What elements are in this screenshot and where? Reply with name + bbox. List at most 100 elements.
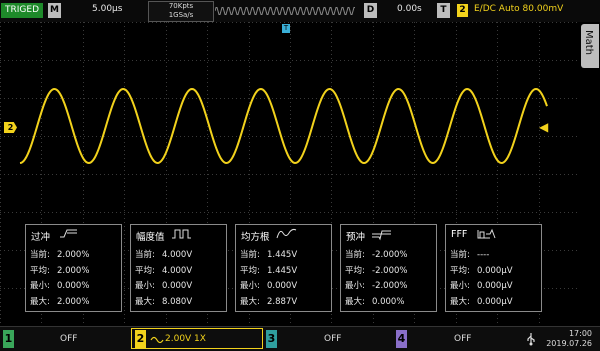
clock-time: 17:00 xyxy=(568,329,592,338)
trigger-menu-button[interactable]: T xyxy=(437,3,450,18)
measurement-row-value: -2.000% xyxy=(372,281,408,291)
measurement-row-label: 最小: xyxy=(240,281,260,291)
measurement-row-value: 0.000µV xyxy=(477,281,513,291)
measurement-row: 当前: 1.445V xyxy=(240,249,297,261)
measurement-box[interactable]: 幅度值 当前: 4.000V 平均: 4.000V 最小: 0.000V 最大: 8.0… xyxy=(130,224,227,312)
measurement-row: 平均: 4.000V xyxy=(135,265,192,277)
delay-menu-button[interactable]: D xyxy=(364,3,377,18)
measurement-row-value: 0.000µV xyxy=(477,296,513,307)
measurement-row-value: 2.000% xyxy=(57,296,90,307)
measurement-row: 最大: 8.080V xyxy=(135,296,192,308)
channel-2-button[interactable]: 2 xyxy=(135,330,146,348)
measurement-row: 最大: 2.000% xyxy=(30,296,89,308)
clock: 17:00 2019.07.26 xyxy=(546,329,592,349)
channel-1-button[interactable]: 1 xyxy=(3,330,14,348)
top-status-bar: TRIGED M 5.00µs 70Kpts 1GSa/s D 0.00s T … xyxy=(0,0,600,22)
measurement-row-value: 0.000% xyxy=(57,281,90,291)
preshoot-icon xyxy=(372,230,391,241)
measurement-row: 最大: 0.000µV xyxy=(450,296,513,308)
memory-depth: 70Kpts xyxy=(168,2,194,10)
measurement-row-label: 最大: xyxy=(240,296,260,307)
measurement-title: 均方根 xyxy=(241,232,270,243)
timebase-value[interactable]: 5.00µs xyxy=(92,4,122,14)
measurement-row-value: 4.000V xyxy=(162,265,193,276)
measurement-box[interactable]: 过冲 当前: 2.000% 平均: 2.000% 最小: 0.000% 最大: 2.00… xyxy=(25,224,122,312)
measurement-row: 当前: 4.000V xyxy=(135,249,192,261)
channel-1-status[interactable]: OFF xyxy=(60,334,77,344)
rms-icon xyxy=(276,228,297,239)
measurement-row: 平均: -2.000% xyxy=(345,265,407,277)
measurement-row-value: 2.887V xyxy=(267,296,298,307)
measurement-box[interactable]: 预冲 当前: -2.000% 平均: -2.000% 最小: -2.000% 最大: 0… xyxy=(340,224,437,312)
ac-coupling-icon xyxy=(150,336,164,344)
trigger-level-arrow-icon[interactable]: ◀ xyxy=(539,120,548,134)
measurement-row-value: 0.000V xyxy=(162,281,193,291)
math-tab[interactable]: Math xyxy=(581,24,599,68)
measurement-row: 平均: 1.445V xyxy=(240,265,297,277)
trigger-position-marker[interactable]: T xyxy=(282,24,290,33)
channel-2-trace xyxy=(19,87,548,165)
measurement-row-label: 最小: xyxy=(30,281,50,291)
measurement-row-label: 平均: xyxy=(30,265,50,276)
math-tab-label: Math xyxy=(583,30,594,56)
measurement-row-label: 当前: xyxy=(135,250,155,260)
channel-status-bar: 1 OFF 2 2.00V 1X 3 OFF 4 OFF 17:00 2019.… xyxy=(0,326,600,351)
measurement-row-label: 平均: xyxy=(450,265,470,276)
measurement-title: FFF xyxy=(451,229,468,240)
measurement-row-label: 平均: xyxy=(240,265,260,276)
horizontal-menu-button[interactable]: M xyxy=(48,3,61,18)
measurement-row-label: 当前: xyxy=(450,250,470,260)
measurement-row-label: 平均: xyxy=(345,265,365,276)
measurement-row-label: 最大: xyxy=(450,296,470,307)
clock-date: 2019.07.26 xyxy=(546,339,592,348)
measurement-row: 平均: 0.000µV xyxy=(450,265,513,277)
measurement-row-label: 最小: xyxy=(345,281,365,291)
measurement-row-value: 0.000µV xyxy=(477,265,513,276)
measurement-row: 平均: 2.000% xyxy=(30,265,89,277)
measurement-row-value: -2.000% xyxy=(372,250,408,260)
amplitude-icon xyxy=(172,229,191,239)
trigger-channel-badge: 2 xyxy=(457,4,468,17)
waveform-overview-icon xyxy=(215,7,355,15)
measurement-row: 最小: -2.000% xyxy=(345,280,407,292)
channel-3-button[interactable]: 3 xyxy=(266,330,277,348)
measurement-row-label: 最大: xyxy=(135,296,155,307)
measurement-row-value: ---- xyxy=(477,250,490,260)
measurement-row-value: 4.000V xyxy=(162,250,193,260)
measurement-row-label: 当前: xyxy=(240,250,260,260)
measurement-row: 最小: 0.000% xyxy=(30,280,89,292)
overshoot-icon xyxy=(60,229,77,238)
trigger-delay-value[interactable]: 0.00s xyxy=(397,4,422,14)
measurement-row-label: 当前: xyxy=(30,250,50,260)
measurement-row: 最小: 0.000µV xyxy=(450,280,513,292)
measurement-title: 过冲 xyxy=(31,232,51,243)
sample-rate: 1GSa/s xyxy=(168,11,194,19)
measurement-row: 最小: 0.000V xyxy=(135,280,192,292)
measurement-row-label: 平均: xyxy=(135,265,155,276)
measurement-box[interactable]: 均方根 当前: 1.445V 平均: 1.445V 最小: 0.000V 最大: 2.8… xyxy=(235,224,332,312)
trigger-status-badge[interactable]: TRIGED xyxy=(1,3,43,18)
measurement-title: 幅度值 xyxy=(136,232,165,243)
measurement-row-value: 8.080V xyxy=(162,296,193,307)
usb-icon xyxy=(527,333,535,346)
measurement-row-value: 2.000% xyxy=(57,250,90,260)
measurement-row-label: 最大: xyxy=(345,296,365,307)
channel-3-status[interactable]: OFF xyxy=(324,334,341,344)
channel-4-status[interactable]: OFF xyxy=(454,334,471,344)
measurement-row-value: 0.000V xyxy=(267,281,298,291)
measurement-row: 最小: 0.000V xyxy=(240,280,297,292)
acquisition-info[interactable]: 70Kpts 1GSa/s xyxy=(148,1,214,22)
channel-2-status[interactable]: 2.00V 1X xyxy=(165,334,206,344)
measurement-row-value: -2.000% xyxy=(372,265,408,276)
measurement-row: 当前: 2.000% xyxy=(30,249,89,261)
measurement-row-label: 最大: xyxy=(30,296,50,307)
measurement-title: 预冲 xyxy=(346,232,366,243)
measurement-row: 当前: -2.000% xyxy=(345,249,407,261)
channel-4-button[interactable]: 4 xyxy=(396,330,407,348)
trigger-info[interactable]: E∕DC Auto 80.00mV xyxy=(474,4,563,14)
fff-icon xyxy=(477,228,496,239)
measurement-row: 当前: ---- xyxy=(450,249,489,261)
measurement-row-value: 2.000% xyxy=(57,265,90,276)
measurement-box[interactable]: FFF 当前: ---- 平均: 0.000µV 最小: 0.000µV 最大: 0.0… xyxy=(445,224,542,312)
measurement-row-value: 1.445V xyxy=(267,265,298,276)
